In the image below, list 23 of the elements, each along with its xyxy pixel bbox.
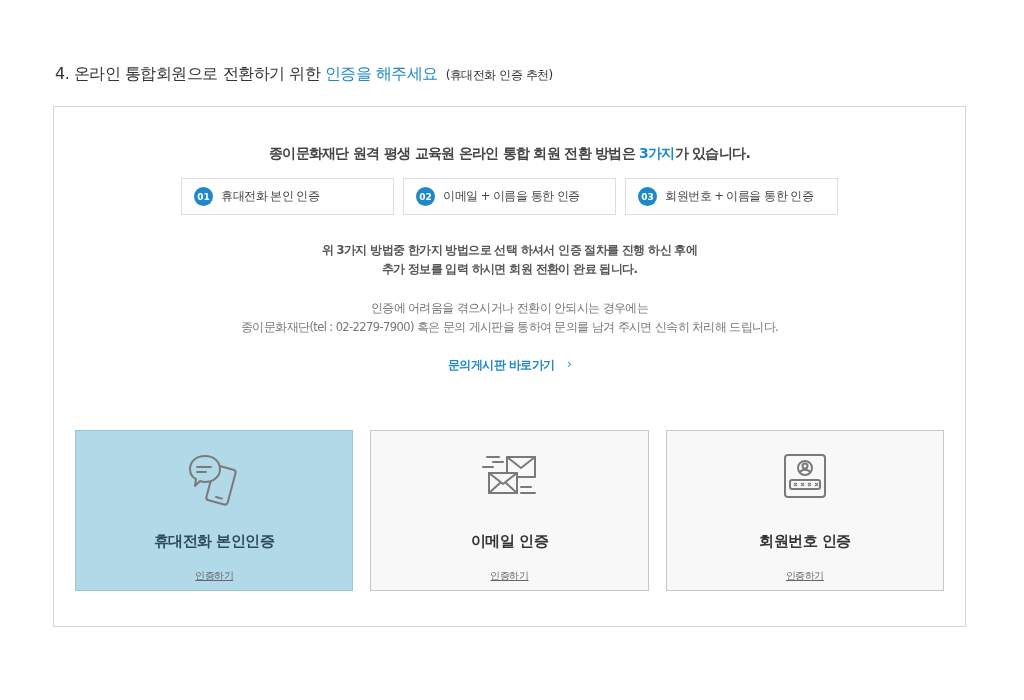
help-text: 인증에 어려움을 겪으시거나 전환이 안되시는 경우에는 xyxy=(370,300,649,317)
number-badge: 02 xyxy=(416,187,435,206)
instruction-text: 위 3가지 방법중 한가지 방법으로 선택 하셔서 인증 절차를 진행 하신 후에 xyxy=(321,242,698,259)
method-label: 회원번호 + 이름을 통한 인증 xyxy=(665,189,814,204)
section-heading: 4. 온라인 통합회원으로 전환하기 위한 인증을 해주세요 xyxy=(55,64,438,85)
card-title: 이메일 인증 xyxy=(470,532,548,551)
auth-card[interactable]: 휴대전화 본인인증 인증하기 xyxy=(75,430,354,591)
intro-text: 종이문화재단 원격 평생 교육원 온라인 통합 회원 전환 방법은 3가지 가 있습니다. xyxy=(269,145,750,163)
verify-link[interactable]: 인증하기 xyxy=(490,569,529,583)
method-label: 이메일 + 이름을 통한 인증 xyxy=(443,189,580,204)
verify-link[interactable]: 인증하기 xyxy=(195,569,234,583)
method-label: 휴대전화 본인 인증 xyxy=(221,189,320,204)
board-link[interactable]: 문의게시판 바로가기 › xyxy=(447,357,572,374)
card-title: 회원번호 인증 xyxy=(759,532,851,551)
recommendation-note: (휴대전화 인증 추천) xyxy=(445,67,553,84)
auth-card[interactable]: 이메일 인증 인증하기 xyxy=(370,430,649,591)
number-badge: 03 xyxy=(638,187,657,206)
help-text: 종이문화재단(tel : 02-2279-7900) 혹은 문의 게시판을 통하여 문의를 남겨 주시면 신속히 처리해 드립니다. xyxy=(241,319,778,336)
number-badge: 01 xyxy=(194,187,213,206)
instruction-text: 추가 정보를 입력 하시면 회원 전환이 완료 됩니다. xyxy=(381,261,638,278)
auth-card[interactable]: 회원번호 인증 인증하기 xyxy=(665,430,944,591)
card-title: 휴대전화 본인인증 xyxy=(153,532,275,551)
verify-link[interactable]: 인증하기 xyxy=(785,569,824,583)
